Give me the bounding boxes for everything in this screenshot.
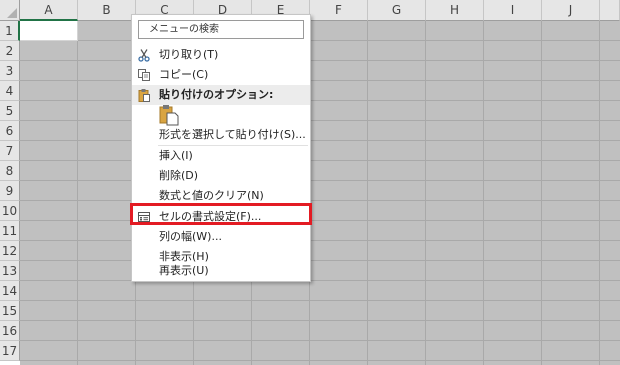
column-header-g[interactable]: G xyxy=(368,0,426,21)
menu-item-label: 削除(D) xyxy=(159,169,199,182)
scissors-icon xyxy=(137,48,151,62)
row-header-4[interactable]: 4 xyxy=(0,81,20,101)
context-menu: メニューの検索 切り取り(T) コピー(C) 貼り付けのオプション: 形式を選択… xyxy=(131,14,311,282)
menu-item-paste-special[interactable]: 形式を選択して貼り付け(S)... xyxy=(132,125,310,145)
row-header-16[interactable]: 16 xyxy=(0,321,20,341)
row-header-14[interactable]: 14 xyxy=(0,281,20,301)
row-header-9[interactable]: 9 xyxy=(0,181,20,201)
menu-item-insert[interactable]: 挿入(I) xyxy=(132,146,310,166)
format-cells-icon xyxy=(137,210,151,224)
menu-item-format-cells[interactable]: セルの書式設定(F)... xyxy=(132,207,310,227)
active-cell-a1[interactable] xyxy=(20,21,78,41)
row-header-8[interactable]: 8 xyxy=(0,161,20,181)
menu-item-label: 貼り付けのオプション: xyxy=(159,88,274,101)
column-header-i[interactable]: I xyxy=(484,0,542,21)
cell-grid[interactable] xyxy=(20,21,620,365)
column-header-b[interactable]: B xyxy=(78,0,136,21)
menu-item-label: 挿入(I) xyxy=(159,149,193,162)
menu-search-input[interactable]: メニューの検索 xyxy=(138,20,304,39)
menu-item-label: 切り取り(T) xyxy=(159,48,219,61)
menu-item-label: セルの書式設定(F)... xyxy=(159,210,262,223)
row-header-5[interactable]: 5 xyxy=(0,101,20,121)
row-header-3[interactable]: 3 xyxy=(0,61,20,81)
paste-option-button[interactable] xyxy=(159,104,179,126)
menu-item-column-width[interactable]: 列の幅(W)... xyxy=(132,227,310,247)
menu-item-label: 列の幅(W)... xyxy=(159,230,222,243)
paste-icon xyxy=(159,105,179,126)
menu-item-unhide[interactable]: 再表示(U) xyxy=(132,261,310,281)
menu-item-label: コピー(C) xyxy=(159,68,209,81)
row-header-6[interactable]: 6 xyxy=(0,121,20,141)
row-header-15[interactable]: 15 xyxy=(0,301,20,321)
menu-item-label: 数式と値のクリア(N) xyxy=(159,189,264,202)
row-header-7[interactable]: 7 xyxy=(0,141,20,161)
column-header-k-partial[interactable] xyxy=(600,0,620,21)
menu-item-cut[interactable]: 切り取り(T) xyxy=(132,45,310,65)
row-header-12[interactable]: 12 xyxy=(0,241,20,261)
row-header-11[interactable]: 11 xyxy=(0,221,20,241)
row-header-1[interactable]: 1 xyxy=(0,21,20,41)
menu-item-label: 形式を選択して貼り付け(S)... xyxy=(159,128,306,141)
copy-icon xyxy=(137,68,151,82)
select-all-corner[interactable] xyxy=(0,0,20,21)
paste-options-header: 貼り付けのオプション: xyxy=(132,85,310,105)
column-header-j[interactable]: J xyxy=(542,0,600,21)
column-header-h[interactable]: H xyxy=(426,0,484,21)
row-header-10[interactable]: 10 xyxy=(0,201,20,221)
clipboard-icon xyxy=(137,88,151,102)
row-header-2[interactable]: 2 xyxy=(0,41,20,61)
column-header-f[interactable]: F xyxy=(310,0,368,21)
column-header-a[interactable]: A xyxy=(20,0,78,21)
menu-item-delete[interactable]: 削除(D) xyxy=(132,166,310,186)
row-header-13[interactable]: 13 xyxy=(0,261,20,281)
row-header-17[interactable]: 17 xyxy=(0,341,20,361)
menu-item-label: 再表示(U) xyxy=(159,264,209,277)
menu-item-copy[interactable]: コピー(C) xyxy=(132,65,310,85)
menu-item-clear-contents[interactable]: 数式と値のクリア(N) xyxy=(132,186,310,206)
menu-separator xyxy=(158,205,308,206)
